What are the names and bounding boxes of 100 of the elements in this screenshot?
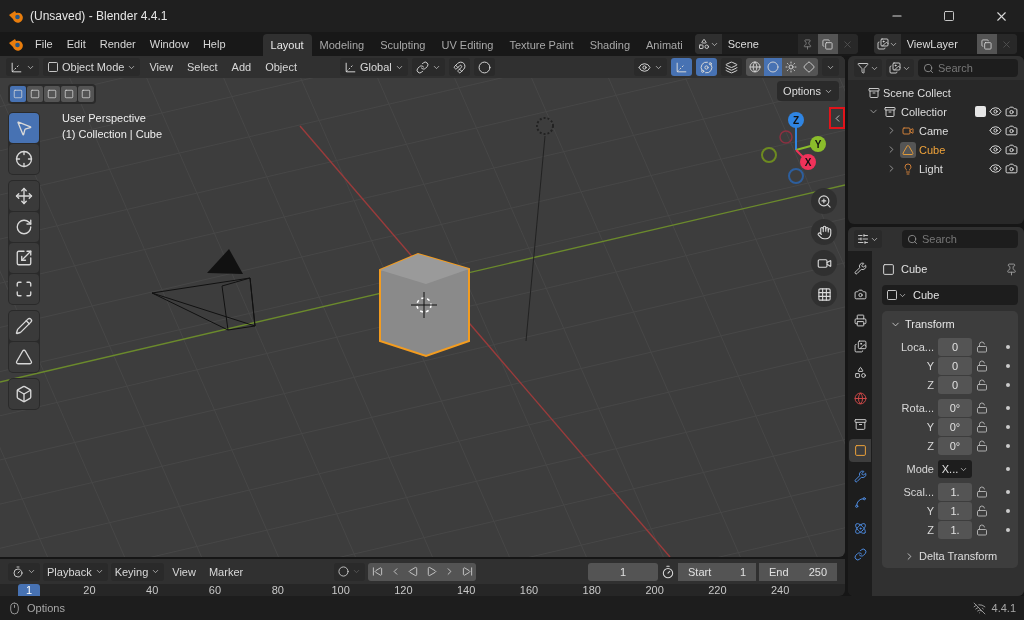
- material-shading-button[interactable]: [782, 58, 800, 76]
- lock-icon[interactable]: [976, 360, 988, 372]
- keyframe-dot[interactable]: [1006, 490, 1010, 494]
- viewport-menu-item[interactable]: Select: [182, 58, 223, 76]
- panel-header[interactable]: Transform: [890, 315, 1012, 333]
- view-layer-type-button[interactable]: [873, 34, 901, 54]
- grid-view-button[interactable]: [811, 281, 837, 307]
- lock-icon[interactable]: [976, 421, 988, 433]
- start-frame-field[interactable]: Start 1: [678, 562, 756, 581]
- new-scene-button[interactable]: [817, 34, 838, 54]
- pivot-dropdown[interactable]: [411, 58, 445, 76]
- axis-handle[interactable]: Z: [788, 112, 804, 128]
- scene-type-button[interactable]: [694, 34, 722, 54]
- camera-icon[interactable]: [1005, 162, 1018, 175]
- workspace-tab[interactable]: Modeling: [311, 34, 373, 56]
- menu-item[interactable]: Window: [142, 33, 196, 55]
- current-frame-field[interactable]: 1: [588, 562, 658, 581]
- outliner-item-label[interactable]: Scene Collect: [883, 86, 1018, 99]
- timeline-menu-item[interactable]: View: [167, 562, 201, 581]
- workspace-tab[interactable]: Texture Paint: [501, 34, 582, 56]
- keyframe-dot[interactable]: [1006, 406, 1010, 410]
- lock-icon[interactable]: [976, 440, 988, 452]
- options-dropdown[interactable]: Options: [777, 81, 839, 101]
- selection-mode-button[interactable]: [27, 86, 43, 102]
- annotate-tool-button[interactable]: [9, 311, 39, 341]
- display-mode-button[interactable]: [886, 59, 914, 77]
- keyframe-dot[interactable]: [1006, 345, 1010, 349]
- number-field[interactable]: 0°: [938, 418, 972, 436]
- viewport-menu-item[interactable]: Add: [226, 58, 257, 76]
- overlay-toggle[interactable]: [696, 58, 717, 76]
- workspace-tab[interactable]: UV Editing: [433, 34, 502, 56]
- wireframe-shading-button[interactable]: [746, 58, 764, 76]
- selection-mode-button[interactable]: [78, 86, 94, 102]
- camera-icon[interactable]: [1005, 124, 1018, 137]
- editor-type-button[interactable]: [854, 230, 882, 248]
- workspace-tab[interactable]: Sculpting: [372, 34, 434, 56]
- eye-icon[interactable]: [989, 143, 1002, 156]
- measure-tool-button[interactable]: [9, 342, 39, 372]
- keyframe-dot[interactable]: [1006, 528, 1010, 532]
- number-field[interactable]: 0°: [938, 399, 972, 417]
- workspace-tab[interactable]: Shading: [581, 34, 639, 56]
- number-field[interactable]: 0: [938, 338, 972, 356]
- workspace-tab[interactable]: Layout: [262, 34, 312, 56]
- number-field[interactable]: 0: [938, 376, 972, 394]
- playhead[interactable]: 1: [18, 584, 40, 596]
- snap-toggle[interactable]: [448, 58, 470, 76]
- outliner-item-label[interactable]: Collectior: [901, 105, 972, 118]
- axis-handle[interactable]: X: [800, 154, 816, 170]
- end-frame-field[interactable]: End 250: [759, 562, 837, 581]
- new-view-layer-button[interactable]: [976, 34, 997, 54]
- transform-tool-button[interactable]: [9, 274, 39, 304]
- editor-type-button[interactable]: [854, 59, 882, 77]
- cursor-tool-button[interactable]: [9, 144, 39, 174]
- add-cube-tool-button[interactable]: [9, 379, 39, 409]
- lock-icon[interactable]: [976, 486, 988, 498]
- proportional-toggle[interactable]: [473, 58, 495, 76]
- orientation-dropdown[interactable]: Global: [340, 58, 408, 76]
- menu-item[interactable]: Edit: [59, 33, 93, 55]
- selection-mode-button[interactable]: [44, 86, 60, 102]
- stopwatch-icon[interactable]: [661, 564, 675, 579]
- search-field[interactable]: Search: [902, 230, 1018, 248]
- menu-item[interactable]: Render: [92, 33, 143, 55]
- mode-dropdown[interactable]: Object Mode: [43, 58, 141, 76]
- xray-toggle[interactable]: [721, 58, 742, 76]
- outliner-item-label[interactable]: Came: [919, 124, 986, 137]
- number-field[interactable]: 1.: [938, 483, 972, 501]
- object-tab[interactable]: [849, 439, 871, 462]
- eye-icon[interactable]: [989, 124, 1002, 137]
- zoom-button[interactable]: [811, 188, 837, 214]
- search-field[interactable]: Search: [918, 59, 1018, 77]
- outliner-item-label[interactable]: Cube: [919, 143, 986, 156]
- number-field[interactable]: 0: [938, 357, 972, 375]
- eye-icon[interactable]: [989, 162, 1002, 175]
- keyframe-record-button[interactable]: [334, 562, 366, 581]
- lock-icon[interactable]: [976, 524, 988, 536]
- keyframe-dot[interactable]: [1006, 444, 1010, 448]
- sidebar-toggle-button[interactable]: [829, 107, 845, 129]
- axis-handle[interactable]: Y: [810, 136, 826, 152]
- timeline-dropdown[interactable]: Keying: [110, 562, 165, 581]
- jump-end-button[interactable]: [458, 562, 477, 581]
- object-name-field[interactable]: Cube: [882, 285, 1018, 305]
- number-field[interactable]: 1.: [938, 502, 972, 520]
- gizmo-toggle[interactable]: [671, 58, 692, 76]
- scene-field[interactable]: Scene: [721, 34, 798, 54]
- keyframe-dot[interactable]: [1006, 509, 1010, 513]
- scale-tool-button[interactable]: [9, 243, 39, 273]
- camera-view-button[interactable]: [811, 250, 837, 276]
- rendered-shading-button[interactable]: [800, 58, 818, 76]
- pan-button[interactable]: [811, 219, 837, 245]
- keyframe-dot[interactable]: [1006, 467, 1010, 471]
- lock-icon[interactable]: [976, 505, 988, 517]
- selection-mode-button[interactable]: [61, 86, 77, 102]
- jump-start-button[interactable]: [368, 562, 387, 581]
- pin-icon[interactable]: [1005, 262, 1018, 276]
- viewport-menu-item[interactable]: View: [144, 58, 179, 76]
- exclude-checkbox[interactable]: [975, 106, 986, 117]
- eye-icon[interactable]: [989, 105, 1002, 118]
- number-field[interactable]: 0°: [938, 437, 972, 455]
- keyframe-dot[interactable]: [1006, 364, 1010, 368]
- camera-icon[interactable]: [1005, 143, 1018, 156]
